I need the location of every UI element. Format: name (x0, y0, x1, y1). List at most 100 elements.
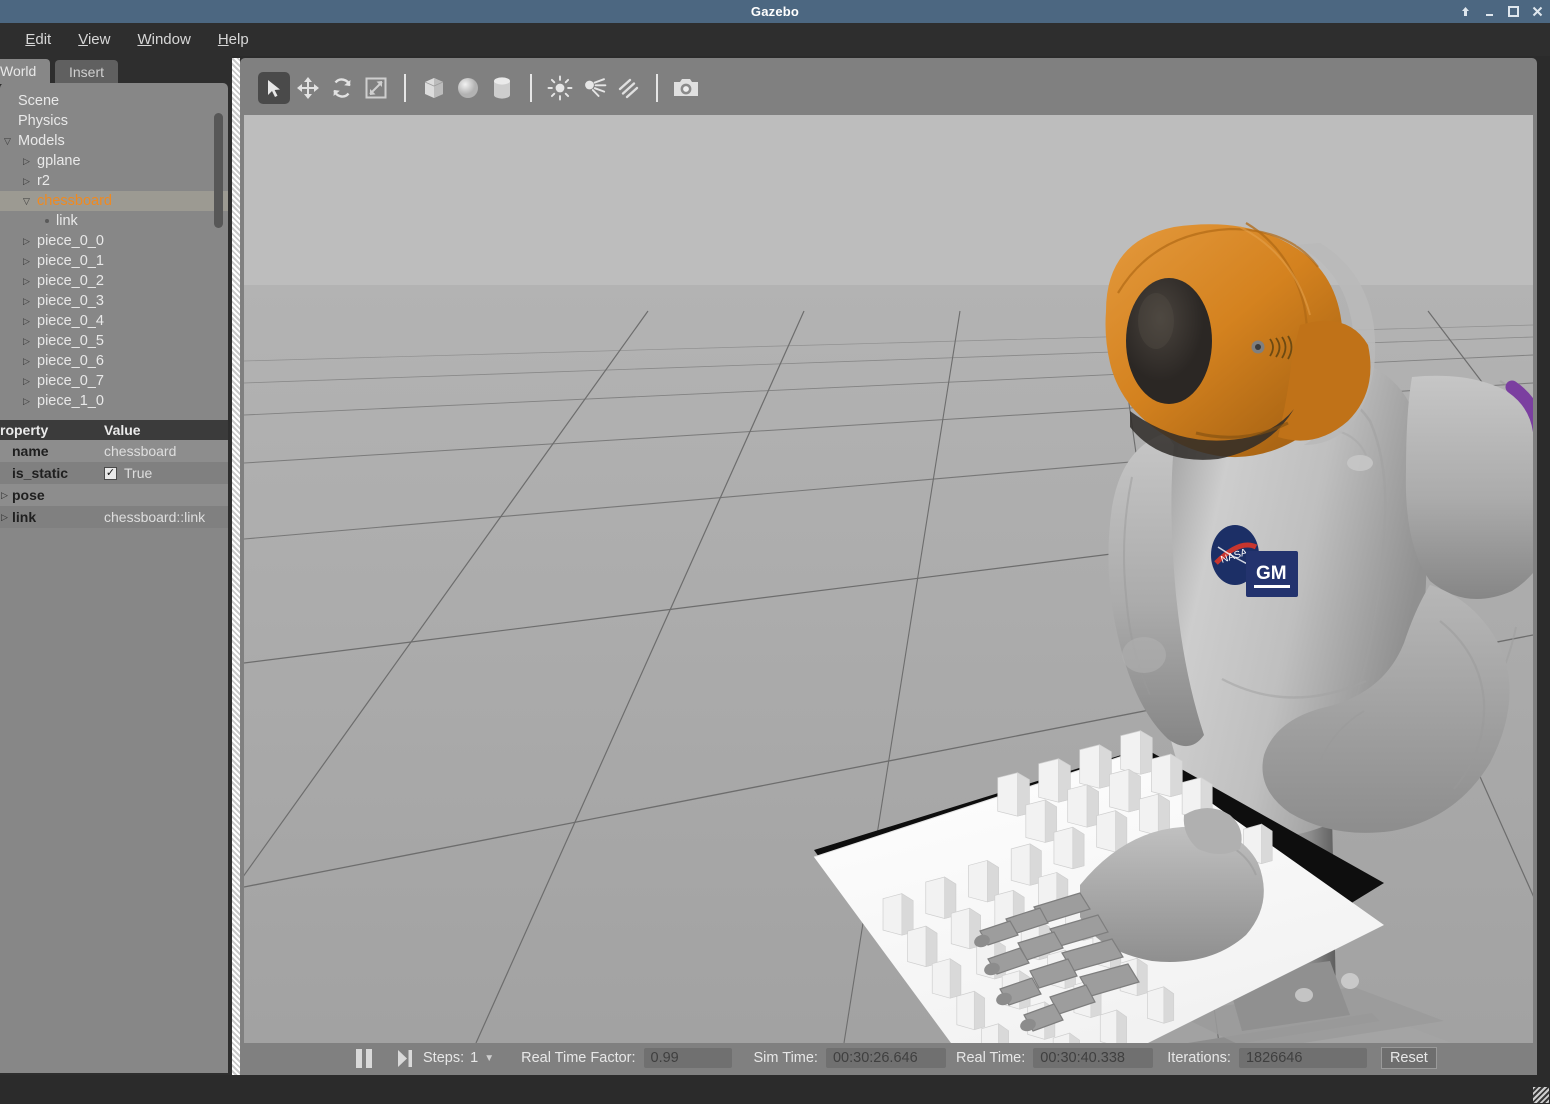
menu-bar: e Edit View Window Help (0, 23, 1550, 56)
insert-sphere-button[interactable] (452, 72, 484, 104)
panel-splitter[interactable] (232, 58, 240, 1075)
menu-window[interactable]: Window (137, 28, 190, 51)
translate-mode-button[interactable] (292, 72, 324, 104)
window-controls (1459, 0, 1544, 23)
rotate-mode-button[interactable] (326, 72, 358, 104)
is-static-checkbox[interactable]: ✓ (104, 466, 117, 480)
tree-item-gplane[interactable]: gplane (0, 151, 228, 171)
menu-edit-label: dit (35, 31, 52, 48)
steps-dropdown-icon[interactable]: ▼ (484, 1053, 494, 1064)
close-button[interactable] (1531, 5, 1544, 18)
chevron-right-icon[interactable] (23, 371, 30, 391)
tree-item-Physics[interactable]: Physics (0, 111, 228, 131)
chevron-right-icon[interactable] (23, 271, 30, 291)
tree-item-Scene[interactable]: Scene (0, 91, 228, 111)
scale-mode-button[interactable] (360, 72, 392, 104)
chevron-right-icon[interactable]: ▷ (1, 512, 8, 523)
tree-item-label: Scene (18, 93, 60, 109)
maximize-button[interactable] (1507, 5, 1520, 18)
property-column-header: roperty (0, 422, 49, 438)
insert-box-button[interactable] (418, 72, 450, 104)
tree-item-label: chessboard (37, 193, 112, 209)
property-key: name (12, 443, 49, 459)
property-grid-header: roperty Value (0, 420, 228, 440)
steps-value[interactable]: 1 (470, 1050, 478, 1066)
property-value: chessboard::link (104, 509, 206, 525)
screenshot-button[interactable] (670, 72, 702, 104)
tree-item-label: Physics (18, 113, 68, 129)
tree-item-piece-0-3[interactable]: piece_0_3 (0, 291, 228, 311)
dock-tab-bar: World Insert (0, 56, 232, 84)
3d-viewport[interactable]: E D C B A (244, 115, 1533, 1043)
chevron-right-icon[interactable] (23, 171, 30, 191)
tree-item-piece-1-0[interactable]: piece_1_0 (0, 391, 228, 411)
tree-item-piece-0-1[interactable]: piece_0_1 (0, 251, 228, 271)
tree-item-label: gplane (37, 153, 81, 169)
tree-item-label: piece_0_4 (37, 313, 104, 329)
insert-spot-light-button[interactable] (578, 72, 610, 104)
shade-button[interactable] (1459, 5, 1472, 18)
tree-item-label: Models (18, 133, 65, 149)
tree-scrollbar-thumb[interactable] (214, 113, 223, 228)
minimize-button[interactable] (1483, 5, 1496, 18)
separator-1 (404, 74, 406, 102)
tree-item-link[interactable]: link (0, 211, 228, 231)
property-grid: roperty Value name chessboard is_static ✓ Tr… (0, 420, 228, 528)
real-time-value: 00:30:40.338 (1033, 1048, 1154, 1068)
property-row-pose[interactable]: ▷ pose (0, 484, 228, 506)
chevron-right-icon[interactable] (23, 151, 30, 171)
tab-insert[interactable]: Insert (55, 60, 119, 84)
insert-point-light-button[interactable] (544, 72, 576, 104)
property-row-link[interactable]: ▷ link chessboard::link (0, 506, 228, 528)
tree-item-piece-0-7[interactable]: piece_0_7 (0, 371, 228, 391)
menu-edit[interactable]: Edit (25, 28, 51, 51)
select-mode-button[interactable] (258, 72, 290, 104)
chevron-right-icon[interactable]: ▷ (1, 490, 8, 501)
chevron-right-icon[interactable] (23, 311, 30, 331)
insert-directional-light-button[interactable] (612, 72, 644, 104)
tree-item-piece-0-6[interactable]: piece_0_6 (0, 351, 228, 371)
tree-item-piece-0-5[interactable]: piece_0_5 (0, 331, 228, 351)
property-row-is_static[interactable]: is_static ✓ True (0, 462, 228, 484)
tree-item-label: link (56, 213, 78, 229)
tree-item-Models[interactable]: Models (0, 131, 228, 151)
property-row-name[interactable]: name chessboard (0, 440, 228, 462)
iterations-value: 1826646 (1238, 1048, 1367, 1068)
reset-button[interactable]: Reset (1380, 1047, 1437, 1069)
scene-toolbar (244, 61, 1533, 115)
resize-grip[interactable] (1533, 1087, 1549, 1103)
menu-window-label: indow (151, 31, 191, 48)
menu-help-label: elp (228, 31, 249, 48)
tab-world[interactable]: World (0, 59, 51, 84)
chevron-down-icon[interactable] (4, 131, 11, 151)
chevron-right-icon[interactable] (23, 231, 30, 251)
chevron-right-icon[interactable] (23, 291, 30, 311)
tree-item-label: piece_0_3 (37, 293, 104, 309)
insert-cylinder-button[interactable] (486, 72, 518, 104)
chevron-right-icon[interactable] (23, 391, 30, 411)
chevron-right-icon[interactable] (23, 251, 30, 271)
sim-time-label: Sim Time: (753, 1050, 818, 1066)
window-title-bar: Gazebo (0, 0, 1550, 23)
tree-item-label: piece_0_6 (37, 353, 104, 369)
pause-button[interactable] (356, 1048, 372, 1068)
tree-item-piece-0-0[interactable]: piece_0_0 (0, 231, 228, 251)
property-value: True (124, 465, 153, 481)
step-forward-button[interactable] (397, 1049, 413, 1068)
menu-help[interactable]: Help (218, 28, 249, 51)
tree-scrollbar[interactable] (214, 99, 223, 389)
separator-2 (530, 74, 532, 102)
steps-label: Steps: (423, 1050, 465, 1066)
chevron-down-icon[interactable] (23, 191, 30, 211)
tree-item-chessboard[interactable]: chessboard (0, 191, 228, 211)
tab-insert-label: Insert (69, 64, 105, 80)
menu-view[interactable]: View (78, 28, 110, 51)
tree-item-piece-0-2[interactable]: piece_0_2 (0, 271, 228, 291)
tree-item-label: piece_0_0 (37, 233, 104, 249)
chevron-right-icon[interactable] (23, 331, 30, 351)
tree-item-r2[interactable]: r2 (0, 171, 228, 191)
tree-item-label: r2 (37, 173, 50, 189)
tree-item-piece-0-4[interactable]: piece_0_4 (0, 311, 228, 331)
chevron-right-icon[interactable] (23, 351, 30, 371)
left-dock: World Insert Scene Physics Models gplane r2 c… (0, 56, 232, 1075)
